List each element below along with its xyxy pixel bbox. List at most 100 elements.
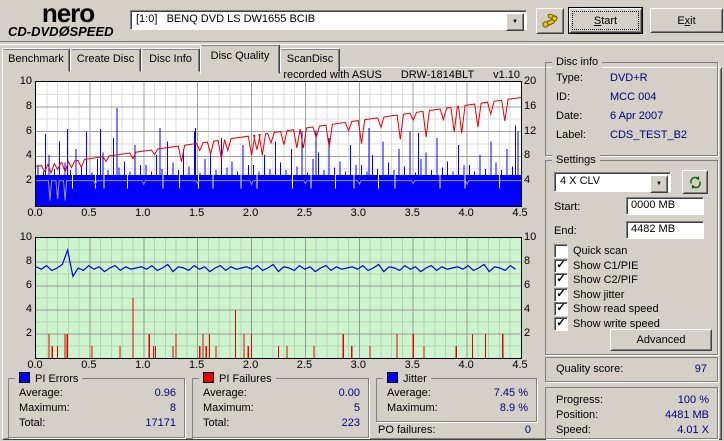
nero-cd-dvd-speed-window: nero CD-DVDØSPEED [1:0] BENQ DVD LS DW16…	[0, 0, 724, 441]
disc-info-row-value: 6 Apr 2007	[610, 110, 664, 122]
jitter-title: Jitter	[403, 373, 427, 385]
quality-score-box: Quality score: 97	[545, 357, 718, 382]
progress-row-value: 4.01 X	[677, 424, 709, 436]
stat-row-label: Total:	[203, 417, 230, 429]
pi-failures-title: PI Failures	[219, 373, 272, 385]
disc-info-row-label: ID:	[556, 91, 571, 103]
advanced-button-label: Advanced	[636, 334, 686, 346]
progress-row-label: Position:	[556, 409, 599, 421]
quality-score-value: 97	[694, 363, 707, 375]
stat-row-label: Maximum:	[203, 402, 254, 414]
disc-info-row-value: MCC 004	[610, 91, 657, 103]
disc-info-row-label: Label:	[556, 129, 586, 141]
stat-row: Average: 0.00	[203, 387, 360, 401]
refresh-button[interactable]	[682, 170, 708, 194]
recorded-with-text: recorded with ASUS	[283, 69, 382, 81]
checkbox-show-c1-pie[interactable]: ✓ Show C1/PIE	[554, 258, 710, 273]
disc-icon: Ø	[58, 23, 70, 39]
chevron-down-icon: ▼	[512, 19, 518, 25]
progress-row: Speed: 4.01 X	[556, 424, 709, 438]
pi-errors-chart	[35, 81, 522, 207]
disc-info-row: ID: MCC 004	[556, 91, 709, 105]
end-field[interactable]: 4482 MB	[626, 221, 704, 239]
checkbox-label: Show jitter	[573, 288, 625, 301]
pi-errors-box: PI Errors Average: 0.96 Maximum: 8 Total: 171…	[8, 372, 185, 438]
stat-row: Total: 223	[203, 417, 360, 431]
stat-row-value: 5	[353, 402, 360, 414]
start-field[interactable]: 0000 MB	[626, 197, 704, 215]
disc-info-row-label: Type:	[556, 72, 583, 84]
start-field-label: Start:	[554, 201, 581, 213]
scan-speed-value: 4 X CLV	[560, 175, 601, 187]
po-failures-row: PO failures: 0	[378, 424, 531, 436]
checkbox-icon[interactable]	[554, 244, 568, 258]
recorder-drive-text: DRW-1814BLT	[400, 69, 475, 81]
scan-speed-arrow[interactable]: ▼	[650, 175, 668, 193]
stat-row-value: 17171	[145, 417, 176, 429]
stat-row: Average: 0.96	[19, 387, 176, 401]
scan-speed-select[interactable]: 4 X CLV ▼	[554, 172, 671, 193]
checkbox-label: Show read speed	[573, 303, 659, 315]
checkbox-icon[interactable]: ✓	[554, 287, 568, 302]
drive-select-arrow[interactable]: ▼	[506, 13, 524, 31]
checkbox-icon[interactable]: ✓	[554, 258, 568, 273]
options-button[interactable]	[536, 8, 564, 34]
po-failures-value: 0	[524, 424, 531, 436]
jitter-legend-icon	[387, 372, 398, 383]
start-field-value: 0000 MB	[631, 199, 676, 211]
start-button[interactable]: Start	[569, 8, 642, 33]
disc-info-row-label: Date:	[556, 110, 583, 122]
disc-info-row-value: CDS_TEST_B2	[610, 129, 688, 141]
advanced-button[interactable]: Advanced	[610, 329, 712, 351]
checkbox-label: Quick scan	[573, 245, 628, 257]
checkbox-label: Show write speed	[573, 317, 660, 330]
stat-row: Maximum: 8.9 %	[387, 402, 528, 416]
checkbox-icon[interactable]: ✓	[554, 302, 568, 316]
tab-disc-quality[interactable]: Disc Quality	[200, 44, 280, 74]
checkbox-show-read-speed[interactable]: ✓ Show read speed	[554, 302, 710, 316]
stat-row-label: Total:	[19, 417, 46, 429]
disc-info-group: Disc info Type: DVD+R ID: MCC 004 Date: 6 Apr…	[545, 56, 718, 156]
progress-row: Position: 4481 MB	[556, 409, 709, 423]
stat-row: Maximum: 8	[19, 402, 176, 416]
start-button-label: tart	[601, 14, 618, 27]
stat-row-value: 8	[169, 402, 176, 414]
settings-title: Settings	[552, 154, 600, 166]
checkbox-icon[interactable]: ✓	[554, 273, 568, 287]
exit-button-label-pre: E	[677, 14, 685, 27]
checkbox-label: Show C2/PIF	[573, 274, 638, 286]
stat-row-label: Maximum:	[387, 402, 438, 414]
disc-info-row: Label: CDS_TEST_B2	[556, 129, 709, 143]
stat-row-label: Average:	[19, 387, 63, 399]
pi-failures-box: PI Failures Average: 0.00 Maximum: 5 Total: 2…	[192, 372, 369, 438]
progress-row-label: Speed:	[556, 424, 591, 436]
checkbox-show-c2-pif[interactable]: ✓ Show C2/PIF	[554, 273, 710, 287]
checkbox-quick-scan[interactable]: Quick scan	[554, 244, 710, 258]
checkbox-show-jitter[interactable]: ✓ Show jitter	[554, 287, 710, 302]
disc-info-title: Disc info	[552, 56, 603, 68]
chevron-down-icon: ▼	[656, 181, 662, 187]
recorder-version-text: v1.10	[493, 69, 520, 81]
exit-button[interactable]: Exit	[650, 8, 723, 33]
jitter-box: Jitter Average: 7.45 % Maximum: 8.9 %	[376, 372, 537, 422]
end-field-value: 4482 MB	[631, 223, 676, 235]
jitter-chart	[35, 237, 522, 359]
stat-row-value: 223	[341, 417, 360, 429]
drive-select[interactable]: [1:0] BENQ DVD LS DW1655 BCIB ▼	[130, 10, 527, 31]
stat-row-value: 0.00	[338, 387, 360, 399]
progress-row-value: 4481 MB	[664, 409, 709, 421]
refresh-icon	[689, 175, 701, 189]
stat-row: Maximum: 5	[203, 402, 360, 416]
progress-row-label: Progress:	[556, 394, 604, 406]
pi-errors-title: PI Errors	[35, 373, 79, 385]
drive-select-value: [1:0] BENQ DVD LS DW1655 BCIB	[136, 13, 316, 25]
progress-box: Progress: 100 % Position: 4481 MB Speed: 4.01…	[545, 387, 718, 439]
pi-errors-legend-icon	[19, 372, 30, 383]
pi-failures-legend-icon	[203, 372, 214, 383]
nero-logo: nero CD-DVDØSPEED	[8, 0, 128, 41]
disc-info-row: Type: DVD+R	[556, 72, 709, 86]
checkbox-icon[interactable]: ✓	[554, 316, 568, 331]
stat-row-label: Average:	[387, 387, 431, 399]
disc-info-row-value: DVD+R	[610, 72, 648, 84]
tools-icon	[542, 13, 558, 28]
